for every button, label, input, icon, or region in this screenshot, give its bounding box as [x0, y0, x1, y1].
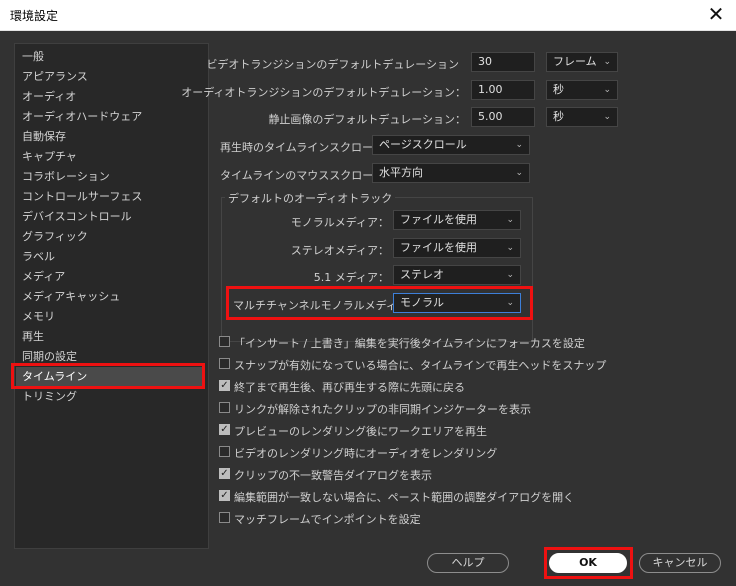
checkbox-label: プレビューのレンダリング後にワークエリアを再生: [234, 425, 487, 438]
checkbox[interactable]: [219, 512, 230, 523]
checkbox-label: マッチフレームでインポイントを設定: [234, 513, 421, 526]
checkbox[interactable]: [219, 336, 230, 347]
audio-transition-unit-dropdown[interactable]: 秒 ⌄: [546, 80, 618, 100]
sidebar-item-control-surface[interactable]: コントロールサーフェス: [16, 187, 205, 207]
sidebar-item-graphics[interactable]: グラフィック: [16, 227, 205, 247]
sidebar-item-general[interactable]: 一般: [16, 47, 205, 67]
still-image-unit-dropdown[interactable]: 秒 ⌄: [546, 107, 618, 127]
audio-transition-duration-input[interactable]: 1.00: [471, 80, 535, 100]
checkbox-label: 編集範囲が一致しない場合に、ペースト範囲の調整ダイアログを開く: [234, 491, 575, 504]
sidebar-item-appearance[interactable]: アピアランス: [16, 67, 205, 87]
sidebar-highlight-box: [11, 363, 205, 389]
chevron-down-icon: ⌄: [515, 168, 523, 178]
still-image-duration-label: 静止画像のデフォルトデュレーション：: [268, 113, 466, 126]
stereo-media-value: ファイルを使用: [400, 241, 477, 254]
sidebar-item-media-cache[interactable]: メディアキャッシュ: [16, 287, 205, 307]
sidebar: 一般 アピアランス オーディオ オーディオハードウェア 自動保存 キャプチャ コ…: [14, 43, 209, 549]
checkbox-checked[interactable]: ✓: [219, 490, 230, 501]
checkbox-checked[interactable]: ✓: [219, 424, 230, 435]
sidebar-item-device-control[interactable]: デバイスコントロール: [16, 207, 205, 227]
chevron-down-icon: ⌄: [506, 243, 514, 253]
sidebar-item-auto-save[interactable]: 自動保存: [16, 127, 205, 147]
checkbox-label: スナップが有効になっている場合に、タイムラインで再生ヘッドをスナップ: [234, 359, 607, 372]
chevron-down-icon: ⌄: [506, 215, 514, 225]
checkbox-checked[interactable]: ✓: [219, 380, 230, 391]
mouse-scroll-value: 水平方向: [379, 166, 423, 179]
stereo-media-label: ステレオメディア：: [290, 244, 389, 257]
video-transition-unit-value: フレーム: [553, 55, 597, 68]
playback-scroll-dropdown[interactable]: ページスクロール ⌄: [372, 135, 530, 155]
still-image-unit-value: 秒: [553, 110, 564, 123]
mono-media-dropdown[interactable]: ファイルを使用 ⌄: [393, 210, 521, 230]
playback-scroll-value: ページスクロール: [379, 138, 467, 151]
sidebar-item-labels[interactable]: ラベル: [16, 247, 205, 267]
checkbox-label: クリップの不一致警告ダイアログを表示: [234, 469, 432, 482]
playback-scroll-label: 再生時のタイムラインスクロール: [220, 141, 385, 154]
mono-media-value: ファイルを使用: [400, 213, 477, 226]
title-bar: 環境設定 ✕: [0, 0, 736, 31]
five-one-media-label: 5.1 メディア：: [313, 271, 389, 284]
chevron-down-icon: ⌄: [603, 85, 611, 95]
five-one-media-value: ステレオ: [400, 268, 444, 281]
close-icon[interactable]: ✕: [696, 0, 736, 30]
sidebar-item-audio[interactable]: オーディオ: [16, 87, 205, 107]
chevron-down-icon: ⌄: [506, 270, 514, 280]
ok-highlight-box: [544, 547, 633, 579]
mono-media-label: モノラルメディア：: [290, 216, 389, 229]
window-title: 環境設定: [10, 9, 59, 23]
default-audio-tracks-title: デフォルトのオーディオトラック: [225, 190, 396, 206]
checkbox[interactable]: [219, 358, 230, 369]
checkbox-label: ビデオのレンダリング時にオーディオをレンダリング: [234, 447, 498, 460]
chevron-down-icon: ⌄: [515, 140, 523, 150]
preferences-dialog: 一般 アピアランス オーディオ オーディオハードウェア 自動保存 キャプチャ コ…: [0, 31, 736, 586]
audio-transition-duration-label: オーディオトランジションのデフォルトデュレーション：: [181, 86, 466, 99]
five-one-media-dropdown[interactable]: ステレオ ⌄: [393, 265, 521, 285]
sidebar-item-capture[interactable]: キャプチャ: [16, 147, 205, 167]
checkbox-label: 「インサート / 上書き」編集を実行後タイムラインにフォーカスを設定: [234, 337, 585, 350]
checkbox[interactable]: [219, 402, 230, 413]
sidebar-item-media[interactable]: メディア: [16, 267, 205, 287]
checkbox[interactable]: [219, 446, 230, 457]
sidebar-item-audio-hardware[interactable]: オーディオハードウェア: [16, 107, 205, 127]
sidebar-item-collaboration[interactable]: コラボレーション: [16, 167, 205, 187]
mouse-scroll-label: タイムラインのマウススクロール：: [220, 169, 396, 182]
checkbox-checked[interactable]: ✓: [219, 468, 230, 479]
help-button[interactable]: ヘルプ: [427, 553, 509, 573]
video-transition-duration-label: ビデオトランジションのデフォルトデュレーション: [206, 58, 459, 71]
video-transition-unit-dropdown[interactable]: フレーム ⌄: [546, 52, 618, 72]
stereo-media-dropdown[interactable]: ファイルを使用 ⌄: [393, 238, 521, 258]
multichannel-highlight-box: [226, 286, 533, 320]
chevron-down-icon: ⌄: [603, 57, 611, 67]
checkbox-label: 終了まで再生後、再び再生する際に先頭に戻る: [234, 381, 465, 394]
video-transition-duration-input[interactable]: 30: [471, 52, 535, 72]
sidebar-item-trimming[interactable]: トリミング: [16, 387, 205, 407]
audio-transition-unit-value: 秒: [553, 83, 564, 96]
sidebar-item-playback[interactable]: 再生: [16, 327, 205, 347]
cancel-button[interactable]: キャンセル: [639, 553, 721, 573]
still-image-duration-input[interactable]: 5.00: [471, 107, 535, 127]
chevron-down-icon: ⌄: [603, 112, 611, 122]
checkbox-label: リンクが解除されたクリップの非同期インジケーターを表示: [234, 403, 531, 416]
sidebar-item-memory[interactable]: メモリ: [16, 307, 205, 327]
mouse-scroll-dropdown[interactable]: 水平方向 ⌄: [372, 163, 530, 183]
